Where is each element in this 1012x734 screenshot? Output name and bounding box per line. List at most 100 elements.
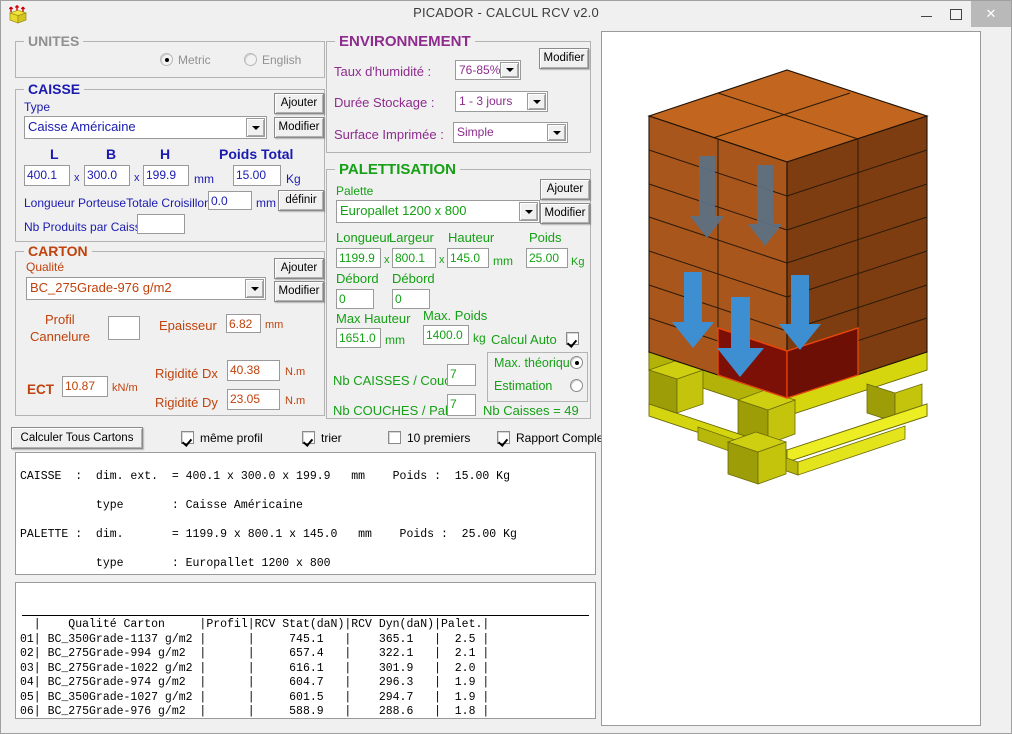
- options-row: Calculer Tous Cartons même profil trier …: [11, 426, 607, 450]
- estimation-label: Estimation: [494, 379, 553, 393]
- caisse-group: CAISSE Type Caisse Américaine Ajouter Mo…: [15, 81, 325, 242]
- carton-rigidite-dx-input[interactable]: 40.38: [227, 360, 280, 381]
- box-stack: [647, 69, 929, 399]
- debord1-input[interactable]: 0: [336, 289, 374, 309]
- pallet-stack-svg: [647, 69, 929, 485]
- caisse-modifier-button[interactable]: Modifier: [274, 117, 324, 138]
- debord1-label: Débord: [336, 271, 379, 286]
- checkbox-trier-label: trier: [321, 431, 342, 445]
- nb-couches-palette-input[interactable]: 7: [447, 394, 476, 416]
- caisse-h-label: H: [160, 146, 171, 162]
- unites-group-title: UNITES: [24, 33, 84, 49]
- carton-profil-label-line1: Profil: [45, 312, 75, 327]
- nb-caisses-couche-input[interactable]: 7: [447, 364, 476, 386]
- radio-metric[interactable]: [160, 53, 173, 66]
- pal-hauteur-input[interactable]: 145.0: [447, 248, 489, 268]
- carton-group-title: CARTON: [24, 243, 92, 259]
- carton-group: CARTON Qualité BC_275Grade-976 g/m2 Ajou…: [15, 243, 325, 416]
- chevron-down-icon[interactable]: [519, 202, 538, 221]
- debord2-input[interactable]: 0: [392, 289, 430, 309]
- checkbox-10-premiers-label: 10 premiers: [407, 431, 471, 445]
- caisse-group-title: CAISSE: [24, 81, 85, 97]
- caisse-poids-input[interactable]: 15.00: [233, 165, 281, 186]
- summary-line-1: CAISSE : dim. ext. = 400.1 x 300.0 x 199…: [20, 469, 510, 483]
- summary-line-3: PALETTE : dim. = 1199.9 x 800.1 x 145.0 …: [20, 527, 517, 541]
- radio-english[interactable]: [244, 53, 257, 66]
- max-poids-unit: kg: [473, 331, 486, 345]
- chevron-down-icon[interactable]: [245, 279, 264, 298]
- pal-kg-unit: Kg: [571, 256, 585, 268]
- carton-qualite-value: BC_275Grade-976 g/m2: [30, 280, 172, 295]
- table-row: 04| BC_275Grade-974 g/m2 | | 604.7 | 296…: [20, 676, 490, 689]
- caisse-longueur-porteuse-input[interactable]: 0.0: [208, 191, 252, 210]
- radio-max-theorique[interactable]: [570, 356, 583, 369]
- caisse-b-input[interactable]: 300.0: [84, 165, 130, 186]
- carton-epaisseur-input[interactable]: 6.82: [226, 314, 261, 333]
- humidite-value: 76-85%: [459, 63, 501, 77]
- pal-longueur-input[interactable]: 1199.9: [336, 248, 381, 268]
- chevron-down-icon[interactable]: [547, 124, 566, 141]
- close-button[interactable]: ✕: [971, 1, 1011, 27]
- summary-line-4: type : Europallet 1200 x 800: [20, 556, 331, 570]
- pal-poids-label: Poids: [529, 230, 562, 245]
- max-hauteur-input[interactable]: 1651.0: [336, 328, 381, 348]
- carton-ect-label: ECT: [27, 382, 54, 397]
- max-poids-input[interactable]: 1400.0: [423, 325, 469, 345]
- maximize-button[interactable]: [941, 1, 971, 27]
- chevron-down-icon[interactable]: [246, 118, 265, 137]
- minimize-button[interactable]: [911, 1, 941, 27]
- palettisation-group-title: PALETTISATION: [335, 161, 460, 178]
- checkbox-10-premiers[interactable]: [388, 431, 401, 444]
- results-table-box[interactable]: | Qualité Carton |Profil|RCV Stat(daN)|R…: [15, 582, 596, 719]
- caisse-type-combo[interactable]: Caisse Américaine: [24, 116, 267, 139]
- carton-qualite-combo[interactable]: BC_275Grade-976 g/m2: [26, 277, 266, 300]
- carton-ect-unit: kN/m: [112, 382, 138, 394]
- carton-ajouter-button[interactable]: Ajouter: [274, 258, 324, 279]
- checkbox-rapport-complet[interactable]: [497, 431, 510, 444]
- caisse-definir-button[interactable]: définir: [278, 190, 324, 211]
- radio-estimation[interactable]: [570, 379, 583, 392]
- carton-ect-input[interactable]: 10.87: [62, 376, 108, 397]
- palettisation-modifier-button[interactable]: Modifier: [540, 203, 590, 224]
- stockage-combo[interactable]: 1 - 3 jours: [455, 91, 548, 112]
- humidite-combo[interactable]: 76-85%: [455, 60, 521, 80]
- humidite-label: Taux d'humidité :: [334, 64, 432, 79]
- pal-poids-input[interactable]: 25.00: [526, 248, 568, 268]
- pal-largeur-input[interactable]: 800.1: [392, 248, 436, 268]
- checkbox-meme-profil[interactable]: [181, 431, 194, 444]
- caisse-type-label: Type: [24, 100, 51, 114]
- carton-rigidite-dy-input[interactable]: 23.05: [227, 389, 280, 410]
- pal-longueur-label: Longueur: [336, 230, 391, 245]
- table-row: 06| BC_275Grade-976 g/m2 | | 588.9 | 288…: [20, 705, 490, 718]
- caisse-nb-produits-input[interactable]: [137, 214, 185, 234]
- caisse-ajouter-button[interactable]: Ajouter: [274, 93, 324, 114]
- caisse-l-input[interactable]: 400.1: [24, 165, 70, 186]
- caisse-x2: x: [134, 172, 140, 184]
- carton-qualite-label: Qualité: [26, 260, 65, 274]
- calcul-auto-checkbox[interactable]: [566, 332, 579, 345]
- palettisation-ajouter-button[interactable]: Ajouter: [540, 179, 590, 200]
- environnement-group-title: ENVIRONNEMENT: [335, 33, 475, 50]
- pal-mm-unit: mm: [493, 254, 513, 268]
- surface-combo[interactable]: Simple: [453, 122, 568, 143]
- calculer-tous-cartons-button[interactable]: Calculer Tous Cartons: [11, 427, 143, 449]
- carton-rigidite-dy-label: Rigidité Dy: [155, 395, 218, 410]
- chevron-down-icon[interactable]: [500, 62, 519, 78]
- carton-profil-input[interactable]: [108, 316, 140, 340]
- table-row: 05| BC_350Grade-1027 g/m2 | | 601.5 | 29…: [20, 690, 490, 704]
- summary-report-box[interactable]: CAISSE : dim. ext. = 400.1 x 300.0 x 199…: [15, 452, 596, 575]
- pallet-3d-view[interactable]: [601, 31, 981, 726]
- palette-combo[interactable]: Europallet 1200 x 800: [336, 200, 540, 223]
- palette-value: Europallet 1200 x 800: [340, 203, 467, 218]
- palettisation-group: PALETTISATION Ajouter Modifier Palette E…: [326, 161, 591, 419]
- environnement-group: ENVIRONNEMENT Modifier Taux d'humidité :…: [326, 33, 591, 153]
- pal-x1: x: [384, 254, 390, 266]
- carton-modifier-button[interactable]: Modifier: [274, 281, 324, 302]
- caisse-h-input[interactable]: 199.9: [143, 165, 189, 186]
- carton-rigidite-dx-label: Rigidité Dx: [155, 366, 218, 381]
- max-hauteur-label: Max Hauteur: [336, 311, 411, 326]
- environnement-modifier-button[interactable]: Modifier: [539, 48, 589, 69]
- chevron-down-icon[interactable]: [527, 93, 546, 110]
- checkbox-trier[interactable]: [302, 431, 315, 444]
- caisse-nb-produits-label: Nb Produits par Caisse: [24, 220, 148, 234]
